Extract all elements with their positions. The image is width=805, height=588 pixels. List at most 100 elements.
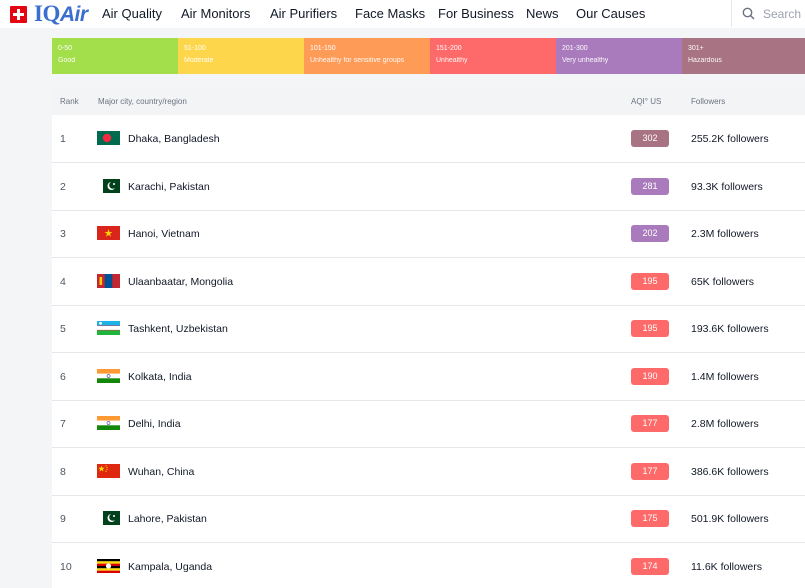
followers-count: 2.3M followers — [691, 228, 759, 240]
table-row[interactable]: 1 Dhaka, Bangladesh 302 255.2K followers — [52, 115, 805, 163]
table-row[interactable]: 9 Lahore, Pakistan 175 501.9K followers — [52, 495, 805, 543]
rank: 9 — [60, 513, 66, 525]
city-link[interactable]: Hanoi, Vietnam — [128, 228, 200, 240]
aqi-badge: 177 — [631, 415, 669, 432]
rank: 6 — [60, 371, 66, 383]
rank: 4 — [60, 276, 66, 288]
search-placeholder: Search — [763, 6, 802, 21]
vietnam-flag-icon — [97, 226, 120, 240]
aqi-badge: 195 — [631, 273, 669, 290]
nav-air-monitors[interactable]: Air Monitors — [181, 6, 250, 21]
followers-count: 386.6K followers — [691, 466, 769, 478]
followers-count: 501.9K followers — [691, 513, 769, 525]
rank: 8 — [60, 466, 66, 478]
followers-count: 65K followers — [691, 276, 755, 288]
aqi-scale-label: Unhealthy for sensitive groups — [310, 57, 405, 64]
city-link[interactable]: Kampala, Uganda — [128, 561, 212, 573]
city-link[interactable]: Ulaanbaatar, Mongolia — [128, 276, 233, 288]
rank: 10 — [60, 561, 72, 573]
uganda-flag-icon — [97, 559, 120, 573]
iqair-logo[interactable]: IQAir — [10, 0, 88, 26]
city-link[interactable]: Wuhan, China — [128, 466, 194, 478]
aqi-color-scale: 0-50 Good 51-100 Moderate 101-150 Unheal… — [52, 38, 805, 74]
table-row[interactable]: 6 Kolkata, India 190 1.4M followers — [52, 353, 805, 401]
city-link[interactable]: Tashkent, Uzbekistan — [128, 323, 228, 335]
aqi-scale-range: 101-150 — [310, 45, 336, 52]
aqi-scale-range: 151-200 — [436, 45, 462, 52]
table-row[interactable]: 8 Wuhan, China 177 386.6K followers — [52, 448, 805, 496]
table-row[interactable]: 7 Delhi, India 177 2.8M followers — [52, 400, 805, 448]
pakistan-flag-icon — [97, 511, 120, 525]
aqi-scale-range: 201-300 — [562, 45, 588, 52]
city-link[interactable]: Karachi, Pakistan — [128, 181, 210, 193]
mongolia-flag-icon — [97, 274, 120, 288]
brand-name: IQAir — [34, 0, 88, 26]
aqi-badge: 174 — [631, 558, 669, 575]
aqi-scale-label: Good — [58, 57, 76, 64]
china-flag-icon — [97, 464, 120, 478]
brand-prefix: IQ — [34, 0, 60, 26]
rank: 1 — [60, 133, 66, 145]
followers-count: 11.6K followers — [691, 561, 763, 573]
aqi-badge: 190 — [631, 368, 669, 385]
aqi-scale-very-unhealthy: 201-300 Very unhealthy — [556, 38, 682, 74]
aqi-scale-moderate: 51-100 Moderate — [178, 38, 304, 74]
search-box[interactable]: Search — [731, 0, 805, 27]
aqi-scale-range: 0-50 — [58, 45, 73, 52]
column-header-rank[interactable]: Rank — [60, 97, 79, 106]
nav-our-causes[interactable]: Our Causes — [576, 6, 645, 21]
followers-count: 1.4M followers — [691, 371, 759, 383]
city-link[interactable]: Delhi, India — [128, 418, 181, 430]
table-row[interactable]: 3 Hanoi, Vietnam 202 2.3M followers — [52, 210, 805, 258]
aqi-scale-unhealthy: 151-200 Unhealthy — [430, 38, 556, 74]
city-link[interactable]: Lahore, Pakistan — [128, 513, 207, 525]
aqi-badge: 281 — [631, 178, 669, 195]
aqi-badge: 202 — [631, 225, 669, 242]
city-link[interactable]: Kolkata, India — [128, 371, 192, 383]
brand-suffix: Air — [59, 2, 88, 26]
search-icon — [742, 7, 755, 20]
aqi-scale-label: Moderate — [184, 57, 214, 64]
aqi-scale-label: Very unhealthy — [562, 57, 609, 64]
nav-face-masks[interactable]: Face Masks — [355, 6, 425, 21]
table-row[interactable]: 4 Ulaanbaatar, Mongolia 195 65K follower… — [52, 258, 805, 306]
rank: 5 — [60, 323, 66, 335]
aqi-scale-label: Hazardous — [688, 57, 722, 64]
rank: 2 — [60, 181, 66, 193]
column-header-aqi[interactable]: AQI° US — [631, 97, 661, 106]
table-row[interactable]: 5 Tashkent, Uzbekistan 195 193.6K follow… — [52, 305, 805, 353]
city-link[interactable]: Dhaka, Bangladesh — [128, 133, 220, 145]
table-header: Rank Major city, country/region AQI° US … — [52, 87, 805, 115]
aqi-badge: 175 — [631, 510, 669, 527]
top-navigation-bar: IQAir Air Quality Air Monitors Air Purif… — [0, 0, 805, 28]
aqi-badge: 302 — [631, 130, 669, 147]
column-header-followers[interactable]: Followers — [691, 97, 725, 106]
followers-count: 255.2K followers — [691, 133, 769, 145]
aqi-scale-hazardous: 301+ Hazardous — [682, 38, 805, 74]
swiss-flag-icon — [10, 5, 27, 23]
table-row[interactable]: 2 Karachi, Pakistan 281 93.3K followers — [52, 163, 805, 211]
aqi-badge: 195 — [631, 320, 669, 337]
table-row[interactable]: 10 Kampala, Uganda 174 11.6K followers — [52, 543, 805, 588]
india-flag-icon — [97, 416, 120, 430]
followers-count: 93.3K followers — [691, 181, 763, 193]
aqi-scale-range: 51-100 — [184, 45, 206, 52]
aqi-scale-range: 301+ — [688, 45, 704, 52]
rank: 7 — [60, 418, 66, 430]
aqi-scale-good: 0-50 Good — [52, 38, 178, 74]
column-header-city[interactable]: Major city, country/region — [98, 97, 187, 106]
uzbekistan-flag-icon — [97, 321, 120, 335]
bangladesh-flag-icon — [97, 131, 120, 145]
india-flag-icon — [97, 369, 120, 383]
aqi-badge: 177 — [631, 463, 669, 480]
pakistan-flag-icon — [97, 179, 120, 193]
city-ranking-table: Rank Major city, country/region AQI° US … — [52, 87, 805, 588]
followers-count: 193.6K followers — [691, 323, 769, 335]
nav-air-quality[interactable]: Air Quality — [102, 6, 162, 21]
nav-for-business[interactable]: For Business — [438, 6, 514, 21]
rank: 3 — [60, 228, 66, 240]
aqi-scale-label: Unhealthy — [436, 57, 468, 64]
nav-news[interactable]: News — [526, 6, 559, 21]
aqi-scale-sensitive: 101-150 Unhealthy for sensitive groups — [304, 38, 430, 74]
nav-air-purifiers[interactable]: Air Purifiers — [270, 6, 337, 21]
